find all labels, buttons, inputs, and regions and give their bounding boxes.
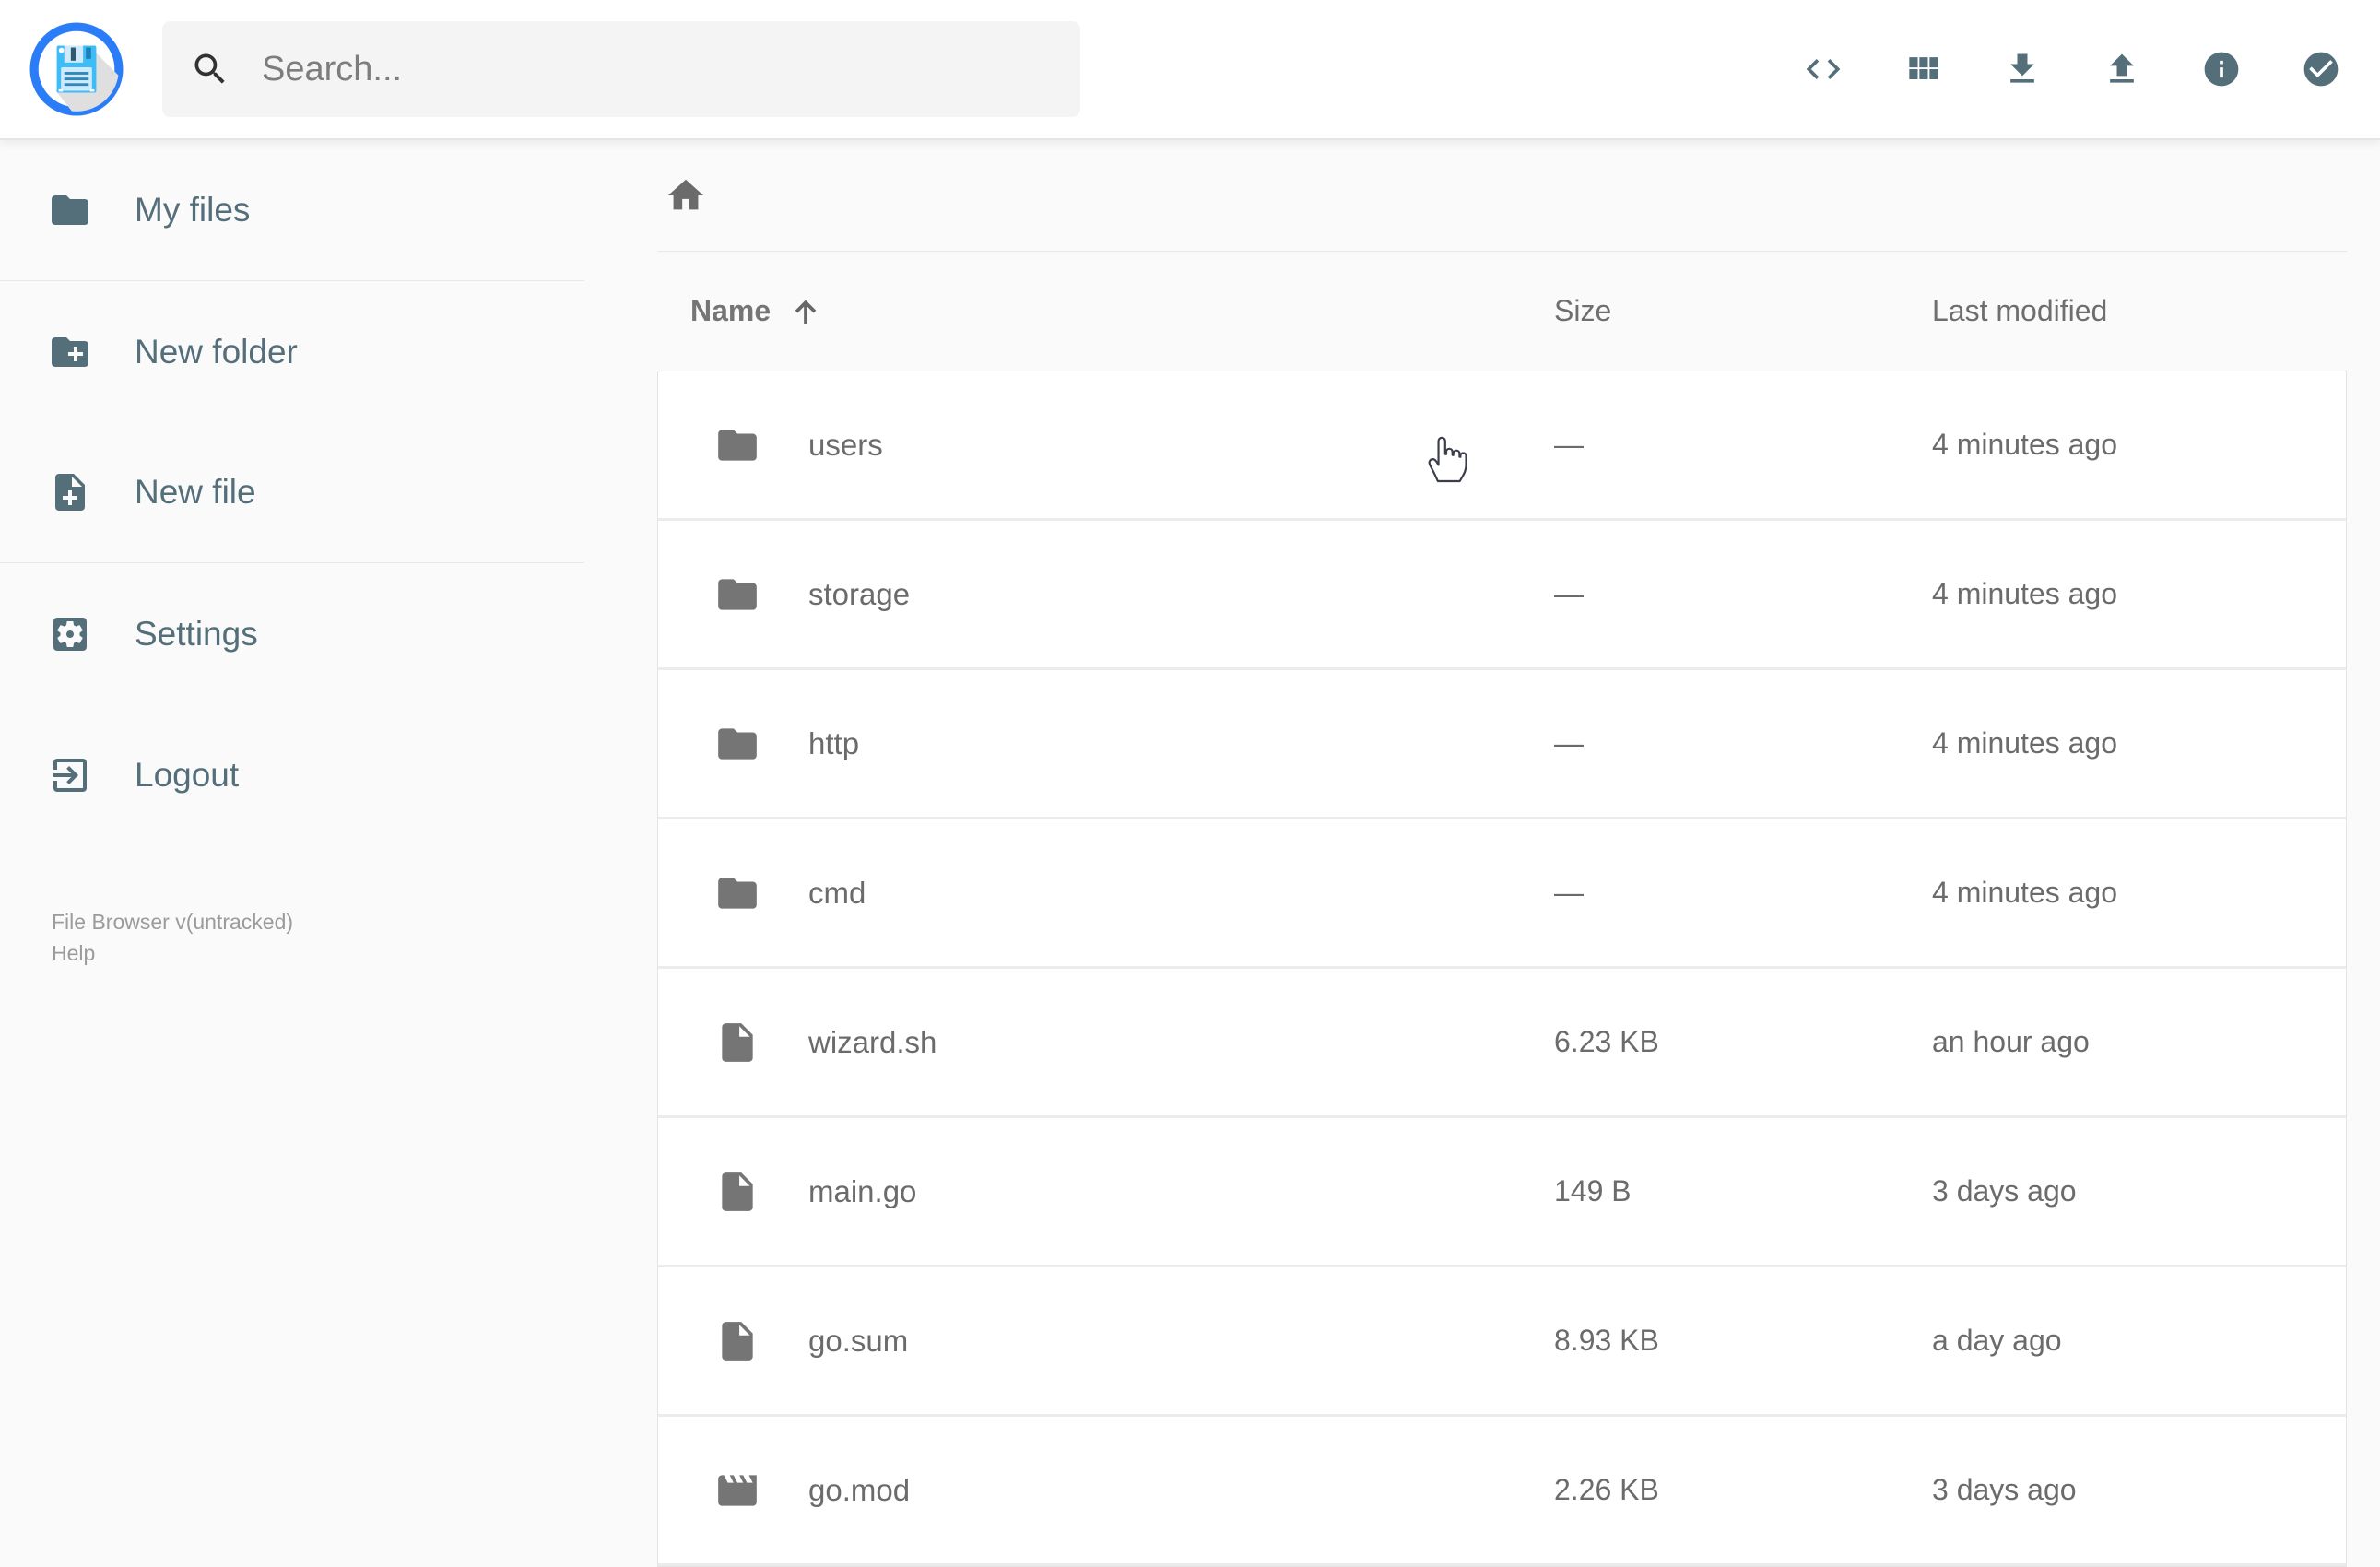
version-link[interactable]: File Browser v(untracked) (52, 906, 584, 937)
info-icon (2201, 49, 2242, 89)
file-icon (714, 1169, 760, 1215)
check-circle-icon (2301, 49, 2341, 89)
cell-name: main.go (658, 1169, 1554, 1215)
file-listing: users — 4 minutes ago storage — 4 minute… (657, 371, 2347, 1567)
filebrowser-logo[interactable] (29, 22, 124, 116)
cell-name: users (658, 422, 1554, 468)
cell-size: 2.26 KB (1554, 1473, 1659, 1506)
folder-icon (714, 721, 760, 767)
sidebar-item-label: New file (135, 473, 256, 511)
movie-icon (714, 1467, 760, 1514)
switch-view-button[interactable] (1903, 49, 1943, 89)
main-content: Name Size Last modified users — 4 minute… (584, 140, 2380, 1567)
cell-modified: 4 minutes ago (1932, 428, 2118, 461)
column-header-name-label: Name (690, 294, 772, 327)
cell-name: cmd (658, 870, 1554, 916)
select-multiple-button[interactable] (2301, 49, 2341, 89)
listing-row[interactable]: wizard.sh 6.23 KB an hour ago (658, 969, 2346, 1118)
cell-modified: 4 minutes ago (1932, 876, 2118, 909)
sidebar-item-new-folder[interactable]: New folder (0, 281, 584, 422)
download-icon (2002, 49, 2043, 89)
info-button[interactable] (2201, 49, 2242, 89)
cell-size: — (1554, 726, 1584, 760)
sidebar: My files New folder New file Settings Logout… (0, 140, 584, 969)
code-icon (1803, 49, 1844, 89)
cell-name: http (658, 721, 1554, 767)
cell-name: go.sum (658, 1318, 1554, 1364)
sidebar-item-logout[interactable]: Logout (0, 704, 584, 845)
upload-button[interactable] (2102, 49, 2142, 89)
logout-icon (48, 753, 92, 797)
download-button[interactable] (2002, 49, 2043, 89)
sidebar-item-my-files[interactable]: My files (0, 140, 584, 281)
cell-size: 149 B (1554, 1174, 1632, 1208)
listing-row[interactable]: users — 4 minutes ago (658, 371, 2346, 521)
listing-column-headers: Name Size Last modified (657, 252, 2347, 371)
cell-modified: an hour ago (1932, 1025, 2090, 1058)
listing-row[interactable]: go.sum 8.93 KB a day ago (658, 1267, 2346, 1417)
sidebar-item-new-file[interactable]: New file (0, 422, 584, 563)
column-header-modified[interactable]: Last modified (1932, 294, 2347, 328)
cell-size: — (1554, 876, 1584, 909)
search-input[interactable] (262, 49, 1053, 89)
sidebar-footer: File Browser v(untracked) Help (0, 906, 584, 969)
folder-icon (714, 571, 760, 618)
folder-icon (48, 188, 92, 232)
cell-name: go.mod (658, 1467, 1554, 1514)
breadcrumb (657, 140, 2347, 252)
folder-icon (714, 870, 760, 916)
cell-size: — (1554, 428, 1584, 461)
folder-icon (714, 422, 760, 468)
file-plus-icon (48, 470, 92, 514)
sidebar-items: My files New folder New file Settings Logout (0, 140, 584, 845)
cell-name: storage (658, 571, 1554, 618)
listing-row[interactable]: go.mod 2.26 KB 3 days ago (658, 1417, 2346, 1566)
home-icon (665, 174, 707, 217)
cell-modified: a day ago (1932, 1324, 2062, 1357)
sort-ascending-icon (787, 293, 824, 330)
sidebar-item-label: My files (135, 191, 251, 229)
cell-modified: 4 minutes ago (1932, 577, 2118, 610)
listing-row[interactable]: http — 4 minutes ago (658, 670, 2346, 819)
sidebar-item-settings[interactable]: Settings (0, 563, 584, 704)
cell-name: wizard.sh (658, 1019, 1554, 1066)
shell-button[interactable] (1803, 49, 1844, 89)
cell-modified: 3 days ago (1932, 1473, 2077, 1506)
file-icon (714, 1318, 760, 1364)
column-header-name[interactable]: Name (657, 293, 1554, 330)
listing-row[interactable]: cmd — 4 minutes ago (658, 819, 2346, 969)
listing-row[interactable]: main.go 149 B 3 days ago (658, 1118, 2346, 1267)
cell-size: — (1554, 577, 1584, 610)
cell-modified: 3 days ago (1932, 1174, 2077, 1208)
cell-size: 8.93 KB (1554, 1324, 1659, 1357)
cell-size: 6.23 KB (1554, 1025, 1659, 1058)
grid-view-icon (1903, 49, 1943, 89)
sidebar-item-label: Logout (135, 755, 240, 794)
top-bar (0, 0, 2380, 140)
search-box[interactable] (162, 21, 1080, 117)
folder-plus-icon (48, 330, 92, 374)
help-link[interactable]: Help (52, 937, 584, 969)
search-icon (190, 49, 230, 89)
settings-icon (48, 612, 92, 656)
home-button[interactable] (665, 174, 707, 217)
listing-row[interactable]: storage — 4 minutes ago (658, 521, 2346, 670)
sidebar-item-label: Settings (135, 614, 258, 653)
sidebar-item-label: New folder (135, 332, 298, 371)
topbar-actions (1803, 49, 2341, 89)
cell-modified: 4 minutes ago (1932, 726, 2118, 760)
upload-icon (2102, 49, 2142, 89)
column-header-size[interactable]: Size (1554, 294, 1932, 328)
file-icon (714, 1019, 760, 1066)
